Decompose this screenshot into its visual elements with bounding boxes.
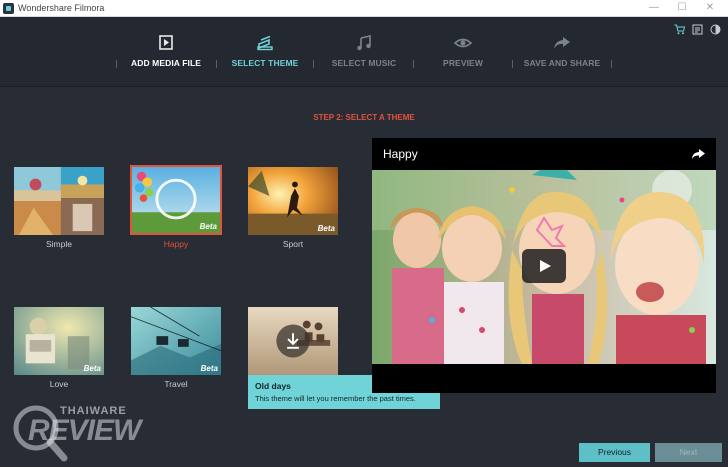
filmora-app-icon: [3, 3, 14, 14]
step-separator: [216, 60, 217, 68]
theme-icon: [257, 35, 273, 51]
theme-thumbnail: [14, 167, 104, 235]
wizard-header: ADD MEDIA FILE SELECT THEME SELECT MUSIC…: [0, 17, 728, 87]
next-button[interactable]: Next: [655, 443, 722, 462]
theme-old-days[interactable]: [247, 306, 339, 376]
step-separator: [512, 60, 513, 68]
title-bar: Wondershare Filmora — ☐ ✕: [0, 0, 728, 17]
minimize-button[interactable]: —: [647, 1, 661, 15]
step-label: SELECT THEME: [231, 58, 299, 68]
beta-badge: Beta: [199, 222, 217, 231]
import-icon: [159, 35, 173, 50]
theme-travel[interactable]: Beta: [130, 306, 222, 376]
step-separator: [413, 60, 414, 68]
register-icon[interactable]: [692, 24, 703, 35]
step-select-theme[interactable]: SELECT THEME: [222, 17, 308, 87]
beta-badge: Beta: [200, 364, 218, 373]
play-button[interactable]: [522, 249, 566, 283]
tooltip-title: Old days: [255, 381, 291, 391]
theme-thumbnail: [248, 307, 338, 375]
theme-label-simple: Simple: [46, 239, 72, 249]
theme-label-happy: Happy: [163, 239, 189, 249]
step-preview[interactable]: PREVIEW: [420, 17, 506, 87]
theme-sport[interactable]: Beta: [247, 166, 339, 236]
close-button[interactable]: ✕: [703, 1, 717, 15]
preview-panel: Happy: [372, 138, 716, 393]
theme-happy[interactable]: Beta: [130, 165, 222, 235]
beta-badge: Beta: [83, 364, 101, 373]
brightness-icon[interactable]: [710, 24, 721, 35]
music-note-icon: [357, 35, 371, 51]
share-icon[interactable]: [691, 148, 706, 160]
step-separator: [116, 60, 117, 68]
tooltip-text: This theme will let you remember the pas…: [255, 394, 416, 403]
step-save-and-share[interactable]: SAVE AND SHARE: [518, 17, 606, 87]
step-heading: STEP 2: SELECT A THEME: [313, 113, 415, 122]
previous-button[interactable]: Previous: [579, 443, 650, 462]
video-preview[interactable]: [372, 170, 716, 364]
step-label: SELECT MUSIC: [331, 58, 397, 68]
theme-label-sport: Sport: [282, 239, 304, 249]
beta-badge: Beta: [317, 224, 335, 233]
maximize-button[interactable]: ☐: [675, 1, 689, 15]
thaiware-review-watermark: THAIWARE REVIEW: [8, 400, 168, 462]
window-title: Wondershare Filmora: [18, 3, 105, 13]
step-label: SAVE AND SHARE: [523, 58, 601, 68]
eye-icon: [454, 38, 472, 48]
theme-label-travel: Travel: [164, 379, 188, 389]
step-label: PREVIEW: [443, 58, 483, 68]
cart-icon[interactable]: [674, 24, 685, 35]
preview-title: Happy: [383, 147, 418, 161]
step-select-music[interactable]: SELECT MUSIC: [320, 17, 408, 87]
step-label: ADD MEDIA FILE: [130, 58, 202, 68]
step-separator: [611, 60, 612, 68]
theme-simple[interactable]: [13, 166, 105, 236]
step-add-media-file[interactable]: ADD MEDIA FILE: [122, 17, 210, 87]
step-separator: [313, 60, 314, 68]
theme-love[interactable]: Beta: [13, 306, 105, 376]
theme-label-love: Love: [49, 379, 69, 389]
share-arrow-icon: [554, 37, 570, 49]
watermark-main-text: REVIEW: [28, 414, 141, 447]
